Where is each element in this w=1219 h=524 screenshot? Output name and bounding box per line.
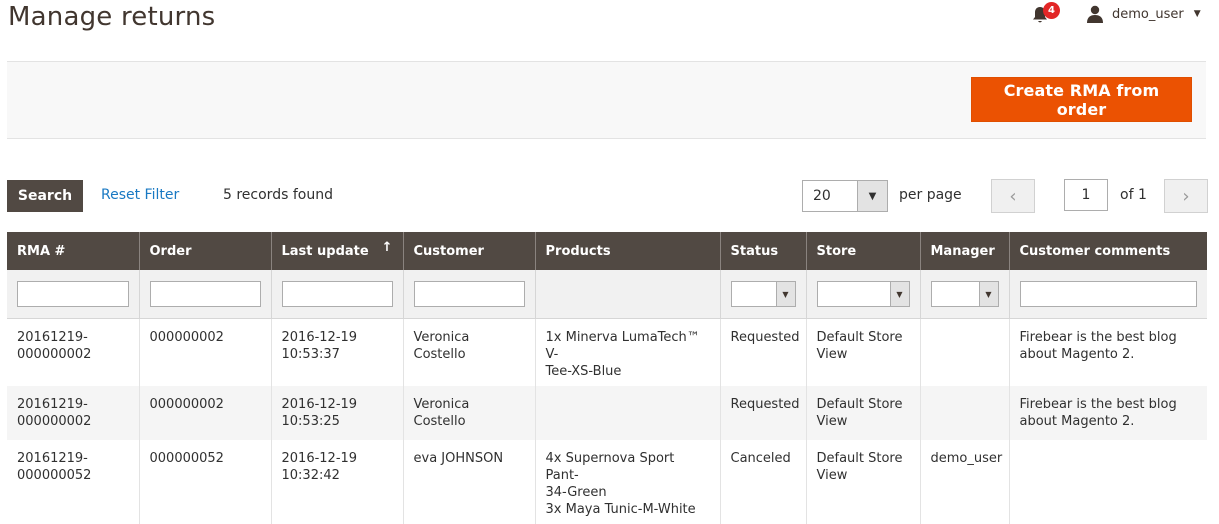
records-count: 5 records found — [223, 187, 333, 203]
page-number-input[interactable]: 1 — [1064, 179, 1108, 211]
search-button[interactable]: Search — [7, 180, 83, 212]
store-filter-select[interactable]: ▼ — [816, 281, 910, 307]
manager-filter-select[interactable]: ▼ — [930, 281, 999, 307]
customer-cell: eva JOHNSON — [402, 440, 535, 524]
last-update-cell: 2016-12-19 10:53:25 — [270, 386, 403, 440]
last-update-cell: 2016-12-19 10:32:42 — [270, 440, 403, 524]
last-update-cell: 2016-12-19 10:53:37 — [270, 318, 403, 386]
chevron-down-icon[interactable]: ▼ — [856, 181, 887, 211]
rma-filter-input[interactable] — [17, 281, 129, 307]
column-header-rma[interactable]: RMA # — [7, 232, 139, 270]
customer-cell: Veronica Costello — [402, 318, 535, 386]
customer-comments-cell: Firebear is the best blog about Magento 2… — [1008, 318, 1207, 386]
status-cell: Requested — [719, 318, 806, 386]
order-cell: 000000052 — [138, 440, 271, 524]
customer-comments-filter-input[interactable] — [1019, 281, 1197, 307]
status-filter-select[interactable]: ▼ — [730, 281, 796, 307]
user-account-menu[interactable]: demo_user ▼ — [1086, 4, 1201, 24]
manager-cell: demo_user — [919, 440, 1009, 524]
per-page-label: per page — [899, 187, 962, 203]
column-header-last-update[interactable]: Last update ↑ — [270, 232, 403, 270]
chevron-left-icon: ‹ — [1009, 185, 1017, 207]
chevron-down-icon: ▼ — [978, 282, 998, 306]
customer-cell: Veronica Costello — [402, 386, 535, 440]
page-title: Manage returns — [8, 2, 216, 32]
column-header-products[interactable]: Products — [534, 232, 720, 270]
status-cell: Requested — [719, 386, 806, 440]
filter-row: ▼ ▼ ▼ — [7, 270, 1207, 319]
rma-cell: 20161219- 000000002 — [7, 386, 139, 440]
create-rma-button[interactable]: Create RMA from order — [971, 77, 1192, 122]
order-cell: 000000002 — [138, 318, 271, 386]
username-label: demo_user — [1112, 6, 1184, 22]
store-cell: Default Store View — [805, 386, 920, 440]
chevron-down-icon: ▼ — [1193, 9, 1201, 19]
products-cell: 1x Minerva LumaTech™ V- Tee-XS-Blue — [534, 318, 720, 386]
table-row[interactable]: 20161219- 000000002 000000002 2016-12-19 1… — [7, 386, 1207, 440]
table-row[interactable]: 20161219- 000000002 000000002 2016-12-19 1… — [7, 318, 1207, 386]
column-header-label: Last update — [281, 243, 369, 259]
previous-page-button[interactable]: ‹ — [991, 179, 1035, 213]
next-page-button[interactable]: › — [1164, 179, 1208, 213]
notification-count-badge[interactable]: 4 — [1043, 2, 1060, 19]
reset-filter-link[interactable]: Reset Filter — [101, 187, 179, 203]
table-row[interactable]: 20161219- 000000052 000000052 2016-12-19 1… — [7, 440, 1207, 524]
rma-cell: 20161219- 000000002 — [17, 330, 92, 362]
products-cell: 4x Supernova Sport Pant- 34-Green 3x Maya … — [534, 440, 720, 524]
manager-cell — [919, 318, 1009, 386]
column-header-manager[interactable]: Manager — [919, 232, 1009, 270]
column-header-customer[interactable]: Customer — [402, 232, 535, 270]
manager-cell — [919, 386, 1009, 440]
store-cell: Default Store View — [805, 440, 920, 524]
page-actions-bar: Create RMA from order — [7, 61, 1206, 139]
per-page-select[interactable]: 20 ▼ — [802, 180, 888, 212]
page-total-label: of 1 — [1120, 187, 1147, 203]
column-header-status[interactable]: Status — [719, 232, 806, 270]
products-cell — [534, 386, 720, 440]
chevron-down-icon: ▼ — [775, 282, 795, 306]
chevron-down-icon: ▼ — [889, 282, 909, 306]
order-cell: 000000002 — [138, 386, 271, 440]
customer-filter-input[interactable] — [413, 281, 525, 307]
chevron-right-icon: › — [1182, 185, 1190, 207]
column-header-customer-comments[interactable]: Customer comments — [1008, 232, 1207, 270]
column-header-order[interactable]: Order — [138, 232, 271, 270]
store-cell: Default Store View — [805, 318, 920, 386]
returns-grid: RMA # Order Last update ↑ Customer Produ… — [7, 232, 1207, 524]
user-icon — [1087, 5, 1103, 23]
rma-cell: 20161219- 000000052 — [17, 451, 92, 483]
sort-ascending-icon: ↑ — [381, 240, 393, 255]
per-page-value: 20 — [813, 188, 831, 204]
customer-comments-cell: Firebear is the best blog about Magento 2… — [1008, 386, 1207, 440]
column-header-store[interactable]: Store — [805, 232, 920, 270]
customer-comments-cell — [1008, 440, 1207, 524]
status-cell: Canceled — [719, 440, 806, 524]
last-update-filter-input[interactable] — [281, 281, 393, 307]
order-filter-input[interactable] — [149, 281, 261, 307]
